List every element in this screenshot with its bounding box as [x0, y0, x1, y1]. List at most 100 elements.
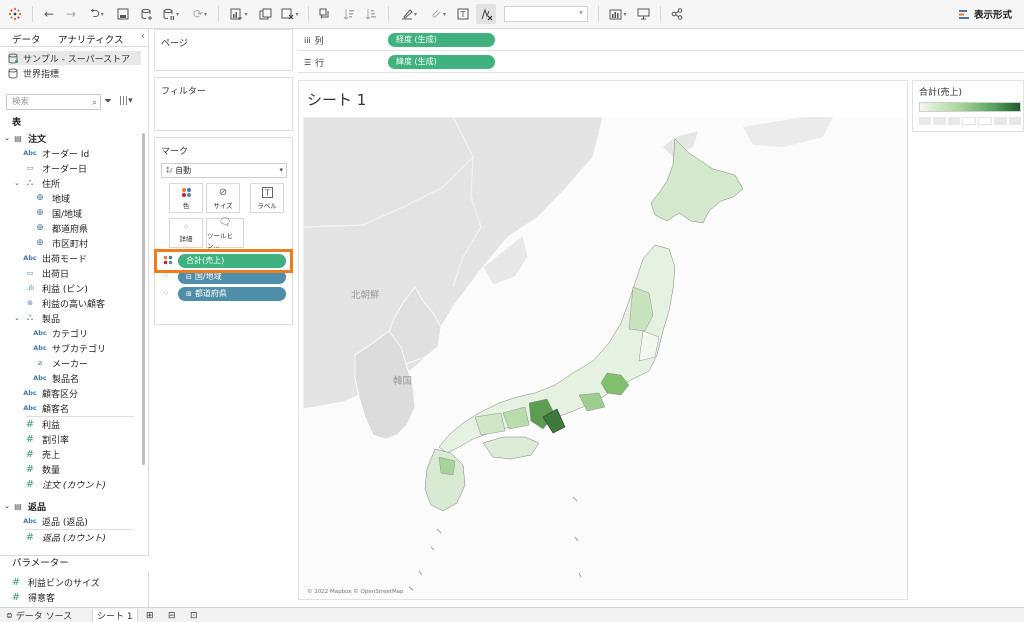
filters-card[interactable]: フィルター — [154, 77, 293, 131]
map-attribution[interactable]: © 2022 Mapbox © OpenStreetMap — [307, 589, 404, 595]
rows-shelf-label: ☰ 行 — [304, 56, 324, 69]
prefecture-pill[interactable]: ⊞ 都道府県 — [178, 287, 286, 301]
chevron-down-icon[interactable]: ⌄ — [2, 502, 12, 510]
sort-ascending-icon[interactable] — [340, 4, 358, 24]
field-label: 利益ビンのサイズ — [28, 578, 100, 589]
table-orders[interactable]: ⌄ ▤ 注文 — [2, 131, 46, 145]
param-profit-bin-size[interactable]: # 利益ビンのサイズ — [8, 575, 100, 589]
table-returns[interactable]: ⌄ ▤ 返品 — [2, 499, 46, 513]
fit-dropdown[interactable] — [504, 6, 588, 22]
param-top-customers[interactable]: # 得意客 — [8, 590, 55, 604]
field-ship-mode[interactable]: Abc 出荷モード — [22, 251, 87, 265]
show-me-button[interactable]: 表示形式 — [958, 6, 1012, 22]
data-pane-scrollbar[interactable] — [142, 133, 145, 465]
field-category[interactable]: Abc カテゴリ — [32, 326, 88, 340]
field-sales[interactable]: # 売上 — [22, 447, 60, 461]
fix-axes-icon[interactable] — [476, 4, 496, 24]
search-input[interactable]: 検索 ⌕ — [6, 94, 101, 110]
field-order-date[interactable]: ▭ オーダー日 — [22, 161, 87, 175]
field-address[interactable]: ⌄ ⛬ 住所 — [12, 176, 60, 190]
pages-card[interactable]: ページ — [154, 29, 293, 71]
detail-button[interactable]: ⁘ 詳細 — [169, 218, 203, 248]
chevron-down-icon[interactable]: ⌄ — [12, 179, 22, 187]
new-story-tab-icon[interactable]: ⊡ — [186, 609, 202, 622]
collapse-pane-icon[interactable]: ‹ — [141, 31, 145, 42]
tab-sheet-1[interactable]: シート 1 — [92, 609, 138, 622]
field-customer-name[interactable]: Abc 顧客名 — [22, 401, 69, 415]
field-country[interactable]: ⊕ 国/地域 — [32, 206, 82, 220]
country-label: 国/地域 — [194, 272, 222, 281]
sheet-title[interactable]: シート 1 — [307, 89, 366, 110]
redo-icon[interactable]: → — [62, 4, 80, 24]
measure-icon: # — [25, 448, 35, 460]
field-discount[interactable]: # 割引率 — [22, 432, 69, 446]
rows-icon: ☰ — [304, 58, 312, 67]
undo-icon[interactable]: ← — [40, 4, 58, 24]
new-worksheet-tab-icon[interactable]: ⊞ — [142, 609, 158, 622]
search-icon[interactable]: ⌕ — [92, 96, 97, 110]
latitude-pill[interactable]: 緯度 (生成) — [388, 55, 495, 69]
new-worksheet-icon[interactable]: ▾ — [226, 4, 252, 24]
tab-data[interactable]: データ — [12, 32, 41, 46]
datasource-superstore[interactable]: サンプル - スーパーストア — [8, 51, 141, 65]
datasource-world-indicators[interactable]: 世界指標 — [8, 66, 59, 80]
rows-shelf[interactable]: ☰ 行 緯度 (生成) — [298, 51, 1024, 73]
color-button[interactable]: 色 — [169, 183, 203, 213]
duplicate-sheet-icon[interactable] — [256, 4, 274, 24]
sort-descending-icon[interactable] — [362, 4, 380, 24]
share-icon[interactable] — [668, 4, 686, 24]
field-product-name[interactable]: Abc 製品名 — [32, 371, 79, 385]
tableau-logo-icon[interactable] — [6, 4, 24, 24]
label-button[interactable]: T ラベル — [250, 183, 284, 213]
show-me-icon — [958, 9, 969, 19]
pause-updates-icon[interactable]: ▾ — [160, 4, 182, 24]
field-top-customers[interactable]: ⊚ 利益の高い顧客 — [22, 296, 105, 310]
color-legend[interactable]: 合計(売上) — [912, 80, 1024, 132]
field-profit-bin[interactable]: .ılı 利益 (ビン) — [22, 281, 88, 295]
field-order-count[interactable]: # 注文 (カウント) — [22, 477, 106, 491]
longitude-pill[interactable]: 経度 (生成) — [388, 33, 495, 47]
tab-data-source[interactable]: ⊜ データ ソース — [2, 609, 76, 622]
clear-sheet-icon[interactable]: ▾ — [278, 4, 302, 24]
field-label: 地域 — [52, 194, 71, 205]
columns-shelf[interactable]: iii 列 経度 (生成) — [298, 29, 1024, 51]
field-product[interactable]: ⌄ ⛬ 製品 — [12, 311, 60, 325]
field-subcategory[interactable]: Abc サブカテゴリ — [32, 341, 106, 355]
chevron-down-icon[interactable]: ⌄ — [2, 134, 12, 142]
swap-rows-columns-icon[interactable] — [316, 4, 334, 24]
new-datasource-icon[interactable] — [138, 4, 156, 24]
size-button[interactable]: ⊘ サイズ — [206, 183, 240, 213]
field-label: 製品名 — [52, 374, 80, 385]
field-city[interactable]: ⊕ 市区町村 — [32, 236, 88, 250]
legend-title: 合計(売上) — [919, 88, 963, 98]
presentation-mode-icon[interactable] — [634, 4, 652, 24]
string-type-icon: Abc — [33, 374, 47, 382]
field-maker[interactable]: ⌀ メーカー — [32, 356, 88, 370]
string-type-icon: Abc — [23, 404, 37, 412]
refresh-icon[interactable]: ⟳ ▾ — [188, 4, 212, 24]
group-members-icon[interactable]: ▾ — [426, 4, 450, 24]
field-profit[interactable]: # 利益 — [22, 417, 60, 431]
field-ship-date[interactable]: ▭ 出荷日 — [22, 266, 69, 280]
field-return-count[interactable]: # 返品 (カウント) — [22, 530, 106, 544]
show-mark-labels-icon[interactable]: T — [454, 4, 472, 24]
mark-type-dropdown[interactable]: ⁑⫽ 自動 ▾ — [161, 163, 287, 178]
tooltip-button[interactable]: 🗨 ツールヒン... — [206, 217, 244, 250]
field-quantity[interactable]: # 数量 — [22, 462, 60, 476]
show-cards-icon[interactable]: ▾ — [606, 4, 630, 24]
chevron-down-icon[interactable]: ⌄ — [12, 314, 22, 322]
tab-analytics[interactable]: アナリティクス — [58, 32, 123, 46]
replace-datasource-icon[interactable]: ⮌ ▾ — [84, 4, 110, 24]
filter-icon[interactable]: ⏷ — [104, 96, 112, 107]
map-view[interactable]: 北朝鮮 韓国 © 2022 Mapbox © OpenStreetMap — [303, 117, 905, 599]
field-prefecture[interactable]: ⊕ 都道府県 — [32, 221, 88, 235]
field-returned[interactable]: Abc 返品 (返品) — [22, 514, 88, 528]
view-options-icon[interactable]: |||▾ — [119, 96, 133, 106]
field-region[interactable]: ⊕ 地域 — [32, 191, 70, 205]
new-dashboard-tab-icon[interactable]: ⊟ — [164, 609, 180, 622]
field-order-id[interactable]: Abc オーダー Id — [22, 146, 89, 160]
map-canvas[interactable] — [303, 117, 905, 599]
highlight-icon[interactable]: ▾ — [396, 4, 422, 24]
save-icon[interactable] — [114, 4, 132, 24]
field-segment[interactable]: Abc 顧客区分 — [22, 386, 78, 400]
